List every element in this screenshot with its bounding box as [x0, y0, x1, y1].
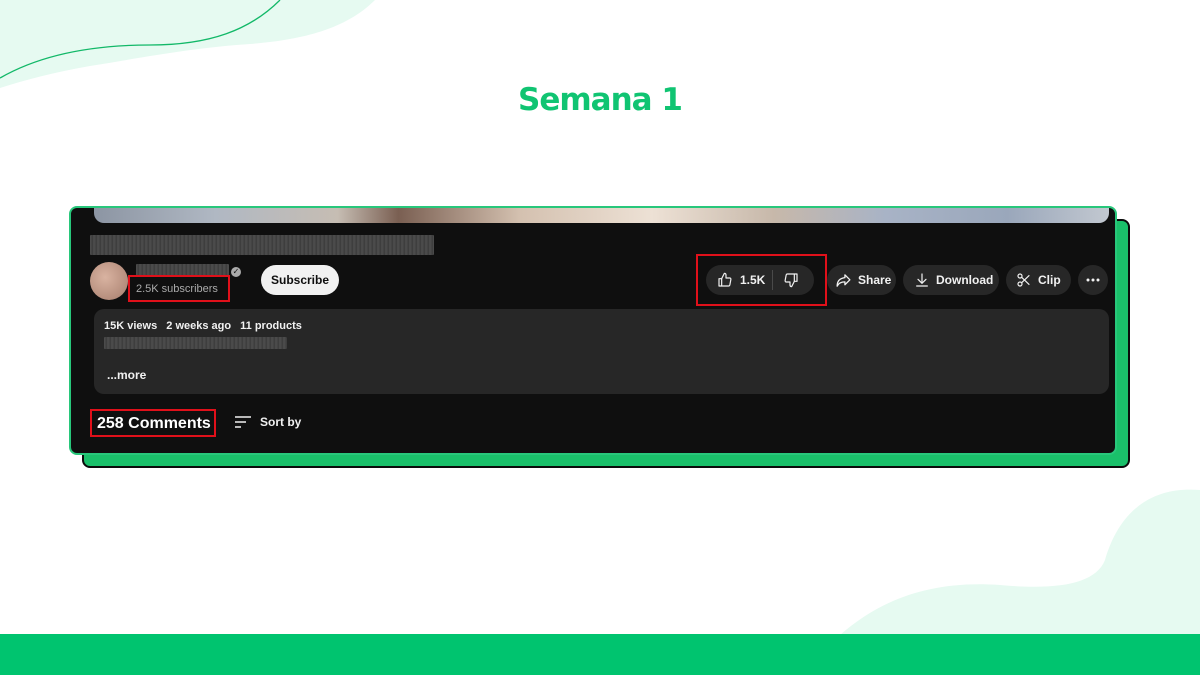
- decorative-blob-top: [0, 0, 375, 88]
- show-more-link[interactable]: ...more: [107, 368, 146, 382]
- sort-label: Sort by: [260, 415, 302, 429]
- share-icon: [835, 272, 852, 289]
- dislike-button[interactable]: [773, 265, 799, 295]
- view-count: 15K views: [104, 320, 158, 332]
- decorative-blob-bottom: [840, 489, 1200, 635]
- share-label: Share: [858, 273, 892, 287]
- video-player-thumbnail[interactable]: [94, 208, 1109, 223]
- download-button[interactable]: Download: [903, 265, 999, 295]
- video-title-redacted: [90, 235, 434, 255]
- like-count: 1.5K: [740, 273, 766, 287]
- verified-check-icon: ✓: [231, 267, 241, 277]
- comment-count-highlight: 258 Comments: [90, 409, 216, 437]
- slide-title: Semana 1: [518, 82, 683, 118]
- description-text-redacted: [104, 337, 287, 349]
- scissors-icon: [1016, 272, 1032, 288]
- share-button[interactable]: Share: [827, 265, 896, 295]
- thumbs-up-icon: [717, 272, 733, 288]
- subscriber-count-highlight: 2.5K subscribers: [128, 275, 230, 302]
- subscribe-button[interactable]: Subscribe: [261, 265, 339, 295]
- more-actions-button[interactable]: [1078, 265, 1108, 295]
- like-dislike-group: 1.5K: [706, 265, 814, 295]
- description-panel[interactable]: 15K views 2 weeks ago 11 products ...mor…: [94, 309, 1109, 394]
- youtube-screenshot-frame: ✓ 2.5K subscribers Subscribe 1.5K Share …: [69, 206, 1117, 455]
- subscriber-count: 2.5K subscribers: [136, 283, 218, 295]
- description-meta: 15K views 2 weeks ago 11 products: [104, 320, 308, 332]
- sort-icon: [234, 415, 252, 429]
- clip-label: Clip: [1038, 273, 1061, 287]
- clip-button[interactable]: Clip: [1006, 265, 1071, 295]
- download-icon: [914, 272, 930, 288]
- comment-count: 258 Comments: [97, 415, 211, 432]
- thumbs-down-icon: [783, 272, 799, 288]
- download-label: Download: [936, 273, 994, 287]
- product-count[interactable]: 11 products: [240, 320, 302, 332]
- upload-age: 2 weeks ago: [166, 320, 232, 332]
- like-button[interactable]: 1.5K: [706, 265, 772, 295]
- more-horizontal-icon: [1086, 278, 1100, 282]
- sort-comments-button[interactable]: Sort by: [234, 415, 301, 429]
- footer-accent-bar: [0, 634, 1200, 675]
- channel-avatar[interactable]: [90, 262, 128, 300]
